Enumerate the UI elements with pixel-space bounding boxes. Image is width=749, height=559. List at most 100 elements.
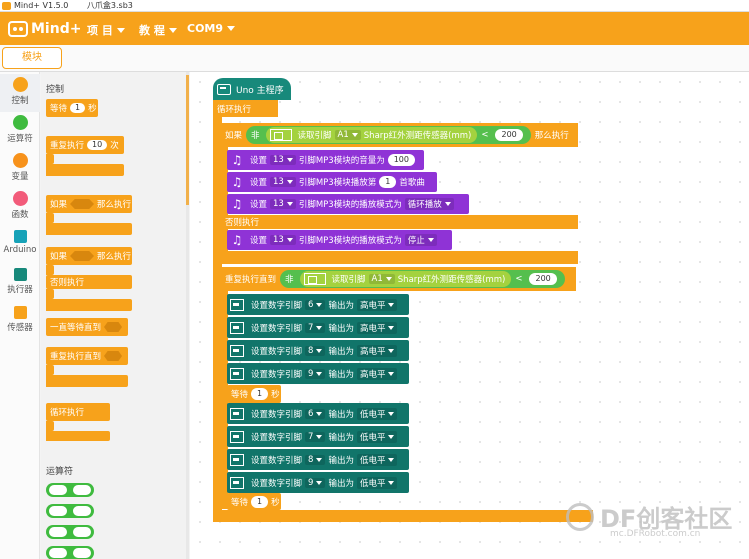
palette-if-else-block[interactable]: 如果 那么执行 [46, 247, 132, 265]
menu-port[interactable]: COM9 [187, 22, 236, 35]
digital-write-block[interactable]: 设置数字引脚 9 输出为 低电平 [227, 472, 409, 493]
uno-main-hat-block[interactable]: Uno 主程序 [213, 78, 291, 100]
condition-slot[interactable] [104, 322, 123, 332]
pin-dropdown[interactable]: 9 [305, 477, 326, 488]
mp3-volume-block[interactable]: ♫ 设置 13 引脚MP3模块的音量为 100 [227, 150, 424, 170]
category-arduino[interactable]: Arduino [0, 226, 40, 264]
palette-scrollbar-thumb[interactable] [186, 75, 189, 205]
pin-dropdown[interactable]: 13 [270, 155, 296, 165]
repeat-until-block[interactable]: 重复执行直到 非 读取引脚 A1 Sharp红外测距传感器(mm) < 200 [221, 267, 576, 291]
level-dropdown[interactable]: 高电平 [356, 344, 398, 357]
palette-wait-block[interactable]: 等待 1 秒 [46, 99, 98, 117]
not-label: 非 [285, 275, 294, 285]
level-dropdown[interactable]: 低电平 [356, 453, 398, 466]
palette-repeat-until-block[interactable]: 重复执行直到 [46, 347, 128, 365]
digital-write-block[interactable]: 设置数字引脚 6 输出为 低电平 [227, 403, 409, 424]
pin-dropdown[interactable]: 13 [270, 235, 296, 245]
block-text: 设置 [250, 156, 268, 166]
pin-dropdown[interactable]: A1 [368, 274, 395, 284]
wait-value[interactable]: 1 [70, 103, 86, 113]
palette-wait-until-block[interactable]: 一直等待直到 [46, 318, 128, 336]
pin-dropdown[interactable]: 7 [305, 431, 326, 442]
palette-if-block[interactable]: 如果 那么执行 [46, 195, 132, 213]
block-text: 等待 [231, 390, 249, 400]
repeat-value[interactable]: 10 [87, 140, 108, 150]
category-control[interactable]: 控制 [0, 74, 40, 112]
pin-dropdown[interactable]: 8 [305, 454, 326, 465]
palette-operator-block[interactable] [46, 546, 94, 559]
pin-dropdown[interactable]: 6 [305, 408, 326, 419]
palette-forever-block[interactable]: 循环执行 [46, 403, 110, 421]
arduino-chip-icon [13, 230, 27, 243]
not-operator[interactable]: 非 读取引脚 A1 Sharp红外测距传感器(mm) < 200 [246, 126, 531, 144]
digital-write-block[interactable]: 设置数字引脚 7 输出为 低电平 [227, 426, 409, 447]
sharp-sensor-reporter[interactable]: 读取引脚 A1 Sharp红外测距传感器(mm) [265, 127, 478, 143]
level-dropdown[interactable]: 低电平 [356, 430, 398, 443]
mp3-play-block[interactable]: ♫ 设置 13 引脚MP3模块播放第 1 首歌曲 [227, 172, 437, 192]
song-number[interactable]: 1 [379, 176, 397, 188]
digital-write-block[interactable]: 设置数字引脚 8 输出为 低电平 [227, 449, 409, 470]
mode-dropdown[interactable]: 循环播放 [404, 198, 454, 210]
block-text: 等待 [231, 497, 249, 508]
block-arm [46, 154, 54, 164]
pin-dropdown[interactable]: 13 [270, 177, 296, 187]
category-variables[interactable]: 变量 [0, 150, 40, 188]
pin-dropdown[interactable]: A1 [334, 130, 361, 140]
loop-label: 循环执行 [217, 104, 252, 115]
if-else-block[interactable]: 如果 非 读取引脚 A1 Sharp红外测距传感器(mm) < 200 那么执行 [221, 123, 578, 147]
volume-value[interactable]: 100 [387, 154, 415, 166]
menu-tutorial[interactable]: 教 程 [139, 22, 177, 38]
block-text: 否则执行 [50, 278, 85, 288]
block-arm [46, 289, 54, 299]
condition-slot[interactable] [104, 351, 123, 361]
menu-project[interactable]: 项 目 [87, 22, 125, 38]
pin-dropdown[interactable]: 13 [270, 199, 296, 209]
block-text: 输出为 [328, 432, 354, 443]
condition-slot[interactable] [70, 199, 95, 209]
music-note-icon: ♫ [231, 175, 243, 189]
pin-dropdown[interactable]: 9 [305, 368, 326, 379]
condition-slot[interactable] [70, 251, 95, 261]
pin-dropdown[interactable]: 7 [305, 322, 326, 333]
wait-block[interactable]: 等待 1 秒 [227, 493, 281, 510]
palette-operator-block[interactable] [46, 504, 94, 518]
palette-operator-block[interactable] [46, 525, 94, 539]
wait-block[interactable]: 等待 1 秒 [227, 385, 281, 403]
category-actuators[interactable]: 执行器 [0, 264, 40, 302]
watermark-subtext: mc.DFRobot.com.cn [610, 529, 701, 539]
if-label: 如果 [225, 131, 243, 141]
uno-board-icon [230, 298, 244, 311]
digital-write-block[interactable]: 设置数字引脚 6 输出为 高电平 [227, 294, 409, 315]
mp3-stop-block[interactable]: ♫ 设置 13 引脚MP3模块的播放模式为 停止 [227, 230, 452, 250]
category-sensors[interactable]: 传感器 [0, 302, 40, 340]
level-dropdown[interactable]: 低电平 [356, 476, 398, 489]
sharp-sensor-reporter[interactable]: 读取引脚 A1 Sharp红外测距传感器(mm) [299, 271, 512, 287]
actuator-icon [13, 268, 27, 281]
palette-repeat-block[interactable]: 重复执行 10 次 [46, 136, 124, 154]
mindplus-logo: Mind+ [8, 19, 81, 39]
level-dropdown[interactable]: 低电平 [356, 407, 398, 420]
tab-blocks[interactable]: 模块 [2, 47, 62, 69]
block-arm [46, 164, 124, 176]
mp3-mode-block[interactable]: ♫ 设置 13 引脚MP3模块的播放模式为 循环播放 [227, 194, 469, 214]
threshold-value[interactable]: 200 [529, 273, 557, 285]
digital-write-block[interactable]: 设置数字引脚 9 输出为 高电平 [227, 363, 409, 384]
wait-value[interactable]: 1 [251, 495, 269, 508]
category-functions[interactable]: 函数 [0, 188, 40, 226]
digital-write-block[interactable]: 设置数字引脚 7 输出为 高电平 [227, 317, 409, 338]
forever-loop-block[interactable]: 循环执行 [213, 100, 278, 117]
wait-value[interactable]: 1 [251, 388, 269, 400]
palette-operator-block[interactable] [46, 483, 94, 497]
level-dropdown[interactable]: 高电平 [356, 367, 398, 380]
pin-dropdown[interactable]: 8 [305, 345, 326, 356]
level-dropdown[interactable]: 高电平 [356, 321, 398, 334]
pin-dropdown[interactable]: 6 [305, 299, 326, 310]
not-operator[interactable]: 非 读取引脚 A1 Sharp红外测距传感器(mm) < 200 [280, 270, 565, 288]
digital-write-block[interactable]: 设置数字引脚 8 输出为 高电平 [227, 340, 409, 361]
category-operators[interactable]: 运算符 [0, 112, 40, 150]
mode-dropdown[interactable]: 停止 [404, 234, 437, 246]
df-watermark: DF创客社区 mc.DFRobot.com.cn [566, 499, 732, 539]
level-dropdown[interactable]: 高电平 [356, 298, 398, 311]
threshold-value[interactable]: 200 [495, 129, 523, 141]
block-text: 输出为 [328, 323, 354, 334]
